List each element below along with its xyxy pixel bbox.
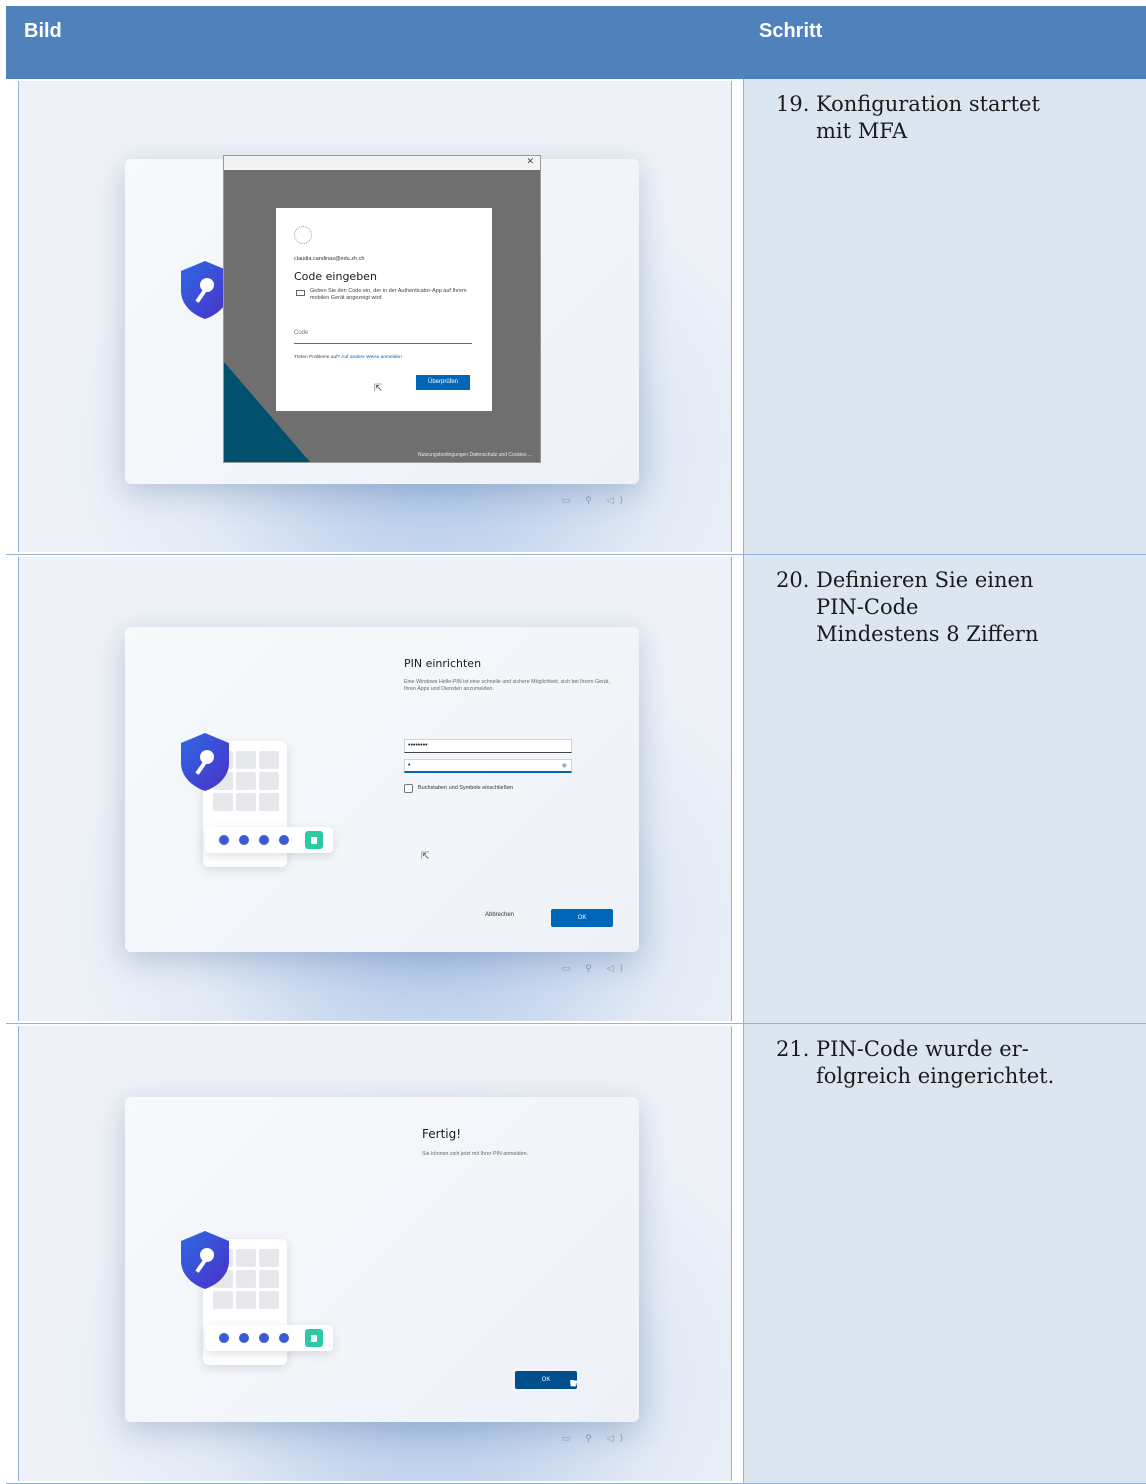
setup-window: ✕ claudia.candinas@edu.zh.ch Code eingeb… bbox=[125, 155, 639, 484]
header-bild: Bild bbox=[24, 20, 62, 42]
screenshot-mfa: ✕ claudia.candinas@edu.zh.ch Code eingeb… bbox=[18, 81, 732, 552]
table-header: Bild Schritt bbox=[6, 6, 1146, 79]
pin-dots bbox=[205, 827, 333, 853]
hand-cursor-icon: ☛ bbox=[569, 1375, 582, 1391]
shield-icon bbox=[181, 733, 229, 791]
step-line: Definieren Sie einen bbox=[816, 568, 1034, 592]
reveal-icon[interactable]: ◉ bbox=[562, 760, 567, 772]
screenshot-pin-setup: PIN einrichten Eine Windows Hello-PIN is… bbox=[18, 557, 732, 1021]
step-line: mit MFA bbox=[816, 119, 908, 143]
verify-button[interactable]: Überprüfen bbox=[416, 375, 470, 390]
step-body: Definieren Sie einen PIN-Code Mindestens… bbox=[816, 567, 1146, 648]
close-icon[interactable]: ✕ bbox=[526, 156, 534, 167]
pin-confirm-input[interactable]: • ◉ bbox=[404, 759, 572, 773]
table-row: ✕ claudia.candinas@edu.zh.ch Code eingeb… bbox=[6, 79, 1146, 555]
auth-dialog: ✕ claudia.candinas@edu.zh.ch Code eingeb… bbox=[223, 155, 541, 463]
step-cell: 19. Konfiguration startet mit MFA bbox=[743, 79, 1146, 554]
table-row: PIN einrichten Eine Windows Hello-PIN is… bbox=[6, 555, 1146, 1024]
account-email: claudia.candinas@edu.zh.ch bbox=[294, 256, 365, 262]
ok-button[interactable]: OK bbox=[551, 909, 613, 927]
message-icon bbox=[296, 290, 305, 296]
cursor-icon: ⇱ bbox=[421, 851, 430, 862]
step-number: 21. bbox=[776, 1037, 810, 1061]
shield-icon bbox=[181, 1231, 229, 1289]
pin-dots bbox=[205, 1325, 333, 1351]
screenshot-done: Fertig! Sie können sich jetzt mit Ihrer … bbox=[18, 1026, 732, 1481]
pin-title: PIN einrichten bbox=[404, 657, 482, 670]
done-description: Sie können sich jetzt mit Ihrer PIN anme… bbox=[422, 1151, 528, 1157]
alt-signin-link[interactable]: Auf andere Weise anmelden bbox=[341, 355, 401, 360]
signin-card: claudia.candinas@edu.zh.ch Code eingeben… bbox=[276, 208, 492, 411]
code-input[interactable]: Code bbox=[294, 330, 472, 344]
step-cell: 21. PIN-Code wurde er- folgreich eingeri… bbox=[743, 1024, 1146, 1483]
pin-confirm-value: • bbox=[408, 762, 411, 769]
instruction-table: Bild Schritt ✕ claudia.candinas@edu.zh.c… bbox=[6, 6, 1146, 1484]
dialog-title: Code eingeben bbox=[294, 270, 377, 283]
dialog-footer: Nutzungsbedingungen Datenschutz und Cook… bbox=[418, 452, 532, 458]
cursor-icon: ⇱ bbox=[374, 383, 383, 394]
step-line: folgreich eingerichtet. bbox=[816, 1064, 1055, 1088]
setup-window: Fertig! Sie können sich jetzt mit Ihrer … bbox=[125, 1097, 639, 1422]
include-symbols-checkbox[interactable] bbox=[404, 784, 413, 793]
setup-window: PIN einrichten Eine Windows Hello-PIN is… bbox=[125, 627, 639, 952]
lock-icon bbox=[305, 831, 323, 849]
cancel-button[interactable]: Abbrechen bbox=[485, 912, 514, 918]
step-line: PIN-Code wurde er- bbox=[816, 1037, 1029, 1061]
ok-button[interactable]: OK bbox=[515, 1371, 577, 1389]
header-schritt: Schritt bbox=[759, 20, 823, 42]
step-body: PIN-Code wurde er- folgreich eingerichte… bbox=[816, 1036, 1146, 1090]
trouble-text: Treten Probleme auf? Auf andere Weise an… bbox=[294, 355, 402, 360]
step-cell: 20. Definieren Sie einen PIN-Code Mindes… bbox=[743, 555, 1146, 1023]
include-symbols-label: Buchstaben und Symbole einschließen bbox=[418, 785, 514, 791]
taskbar-icons: ▭ ⚲ ◁) bbox=[561, 1434, 629, 1444]
org-logo-icon bbox=[294, 226, 312, 244]
step-line: PIN-Code bbox=[816, 595, 919, 619]
step-line: Konfiguration startet bbox=[816, 92, 1040, 116]
taskbar-icons: ▭ ⚲ ◁) bbox=[561, 964, 629, 974]
dialog-titlebar: ✕ bbox=[224, 156, 540, 170]
pin-description: Eine Windows Hello-PIN ist eine schnelle… bbox=[404, 679, 610, 692]
dialog-description: Geben Sie den Code ein, der in der Authe… bbox=[310, 288, 467, 301]
step-number: 20. bbox=[776, 568, 810, 592]
step-body: Konfiguration startet mit MFA bbox=[816, 91, 1146, 145]
done-title: Fertig! bbox=[422, 1127, 462, 1141]
lock-icon bbox=[305, 1329, 323, 1347]
step-line: Mindestens 8 Ziffern bbox=[816, 622, 1039, 646]
trouble-label: Treten Probleme auf? bbox=[294, 355, 341, 360]
step-number: 19. bbox=[776, 92, 810, 116]
taskbar-icons: ▭ ⚲ ◁) bbox=[561, 496, 629, 506]
pin-input[interactable]: •••••••• bbox=[404, 739, 572, 753]
table-row: Fertig! Sie können sich jetzt mit Ihrer … bbox=[6, 1024, 1146, 1484]
